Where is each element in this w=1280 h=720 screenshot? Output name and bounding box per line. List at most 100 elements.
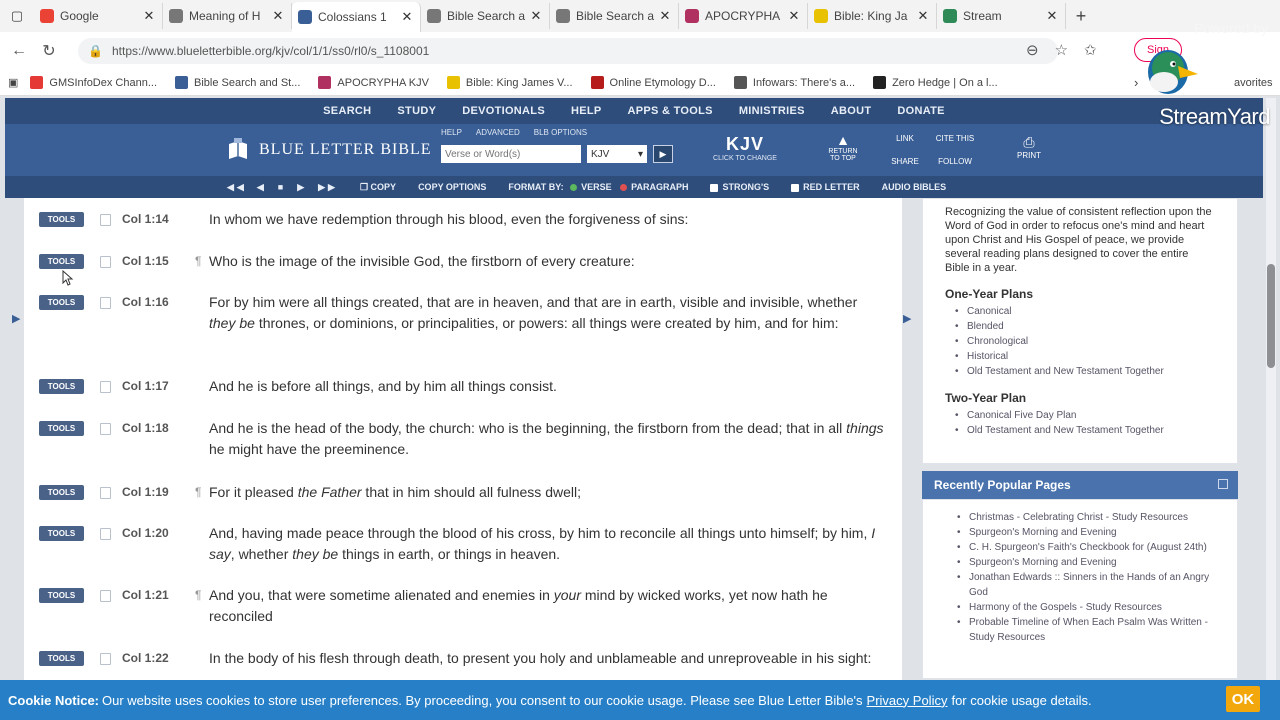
verse-ref[interactable]: Col 1:14 [122,212,169,226]
tab-close-icon[interactable]: ✕ [916,8,930,24]
popular-page-link[interactable]: Christmas - Celebrating Christ - Study R… [957,510,1217,525]
verse-ref[interactable]: Col 1:15 [122,254,169,268]
copy-verse-icon[interactable] [100,214,111,226]
browser-tab[interactable]: Google ✕ [34,3,163,29]
bookmark-item[interactable]: GMSInfoDex Chann... [30,76,157,89]
top-nav-item[interactable]: ABOUT [831,105,872,117]
verse-ref[interactable]: Col 1:19 [122,485,169,499]
version-select[interactable]: KJV ▾ [587,145,647,163]
verse-radio[interactable] [570,184,578,192]
browser-tab[interactable]: APOCRYPHA ✕ [679,3,808,29]
paragraph-radio[interactable] [620,184,628,192]
search-option-link[interactable]: HELP [441,128,462,137]
copy-verse-icon[interactable] [100,487,111,499]
top-nav-item[interactable]: APPS & TOOLS [628,105,713,117]
privacy-policy-link[interactable]: Privacy Policy [867,693,948,708]
search-go-button[interactable]: ▶ [653,145,673,163]
tools-button[interactable]: TOOLS [39,526,84,541]
red-letter-toggle[interactable]: RED LETTER [791,182,860,192]
verse-search-input[interactable] [441,145,581,163]
last-icon[interactable]: ▶▶ [318,182,338,193]
verse-ref[interactable]: Col 1:20 [122,526,169,540]
reading-plan-link[interactable]: Blended [955,319,1215,334]
tab-close-icon[interactable]: ✕ [658,8,672,24]
popular-page-link[interactable]: Harmony of the Gospels - Study Resources [957,600,1217,615]
copy-verse-icon[interactable] [100,423,111,435]
tools-button[interactable]: TOOLS [39,651,84,666]
tools-button[interactable]: TOOLS [39,421,84,436]
url-field[interactable]: 🔒 https://www.blueletterbible.org/kjv/co… [78,38,1058,64]
header-link[interactable]: LINK [885,134,925,143]
verse-ref[interactable]: Col 1:17 [122,379,169,393]
browser-tab[interactable]: Bible Search a ✕ [550,3,679,29]
favorite-star-icon[interactable]: ☆ [1055,41,1068,59]
bookmark-item[interactable]: APOCRYPHA KJV [318,76,429,89]
reading-plan-link[interactable]: Old Testament and New Testament Together [955,364,1215,379]
reader-icon[interactable]: ⊖ [1026,41,1039,59]
chapter-icon[interactable]: ■ [278,182,283,192]
bookmark-item[interactable]: Bible Search and St... [175,76,300,89]
return-to-top-button[interactable]: ▲ RETURN TO TOP [823,132,863,162]
page-scrollbar[interactable] [1266,98,1276,680]
browser-tab[interactable]: Colossians 1 ✕ [292,2,421,32]
popular-page-link[interactable]: Probable Timeline of When Each Psalm Was… [957,615,1217,645]
left-collapse-icon[interactable]: ▶ [12,312,20,325]
header-link[interactable]: SHARE [885,157,925,166]
copy-verse-icon[interactable] [100,653,111,665]
verse-ref[interactable]: Col 1:16 [122,295,169,309]
first-icon[interactable]: ◀◀ [227,182,247,193]
browser-tab[interactable]: Stream ✕ [937,3,1066,29]
strongs-checkbox[interactable] [710,183,719,192]
top-nav-item[interactable]: MINISTRIES [739,105,805,117]
search-option-link[interactable]: ADVANCED [476,128,520,137]
reading-plan-link[interactable]: Chronological [955,334,1215,349]
tools-button[interactable]: TOOLS [39,588,84,603]
tab-close-icon[interactable]: ✕ [1045,8,1059,24]
reading-plan-link[interactable]: Canonical [955,304,1215,319]
blb-logo[interactable]: BLUE LETTER BIBLE [227,138,432,162]
popular-page-link[interactable]: Jonathan Edwards :: Sinners in the Hands… [957,570,1217,600]
top-nav-item[interactable]: DONATE [897,105,944,117]
tools-button[interactable]: TOOLS [39,485,84,500]
popular-page-link[interactable]: Spurgeon's Morning and Evening [957,555,1217,570]
tab-close-icon[interactable]: ✕ [529,8,543,24]
copy-options-button[interactable]: COPY OPTIONS [418,182,486,192]
tab-actions-icon[interactable]: ▢ [0,0,34,32]
verse-ref[interactable]: Col 1:21 [122,588,169,602]
favorites-icon[interactable]: ✩ [1084,41,1097,59]
popular-page-link[interactable]: C. H. Spurgeon's Faith's Checkbook for (… [957,540,1217,555]
bookmark-item[interactable]: Infowars: There's a... [733,76,855,89]
strongs-toggle[interactable]: STRONG'S [710,182,769,192]
copy-verse-icon[interactable] [100,256,111,268]
right-collapse-icon[interactable]: ▶ [903,312,911,325]
new-tab-button[interactable]: + [1066,6,1096,27]
header-link[interactable]: CITE THIS [925,134,985,143]
popular-page-link[interactable]: Spurgeon's Morning and Evening [957,525,1217,540]
top-nav-item[interactable]: STUDY [397,105,436,117]
copy-verse-icon[interactable] [100,297,111,309]
kjv-version-button[interactable]: KJV CLICK TO CHANGE [709,134,781,162]
verse-ref[interactable]: Col 1:22 [122,651,169,665]
audio-bibles-button[interactable]: AUDIO BIBLES [882,182,947,192]
tab-close-icon[interactable]: ✕ [271,8,285,24]
browser-tab[interactable]: Meaning of H ✕ [163,3,292,29]
reading-plan-link[interactable]: Canonical Five Day Plan [955,408,1215,423]
verse-ref[interactable]: Col 1:18 [122,421,169,435]
tools-button[interactable]: TOOLS [39,379,84,394]
apps-icon[interactable]: ▣ [8,76,18,89]
scrollbar-thumb[interactable] [1267,264,1275,368]
tools-button[interactable]: TOOLS [39,295,84,310]
red-letter-checkbox[interactable] [791,183,800,192]
reading-plan-link[interactable]: Historical [955,349,1215,364]
copy-verse-icon[interactable] [100,590,111,602]
browser-tab[interactable]: Bible: King Ja ✕ [808,3,937,29]
bookmark-item[interactable]: Zero Hedge | On a l... [873,76,998,89]
search-option-link[interactable]: BLB OPTIONS [534,128,587,137]
copy-verse-icon[interactable] [100,528,111,540]
prev-icon[interactable]: ◀ [257,182,264,193]
copy-button[interactable]: ❐ COPY [360,182,396,193]
reading-plan-link[interactable]: Old Testament and New Testament Together [955,423,1215,438]
reload-icon[interactable]: ↻ [34,41,64,61]
copy-verse-icon[interactable] [100,381,111,393]
header-link[interactable]: FOLLOW [925,157,985,166]
